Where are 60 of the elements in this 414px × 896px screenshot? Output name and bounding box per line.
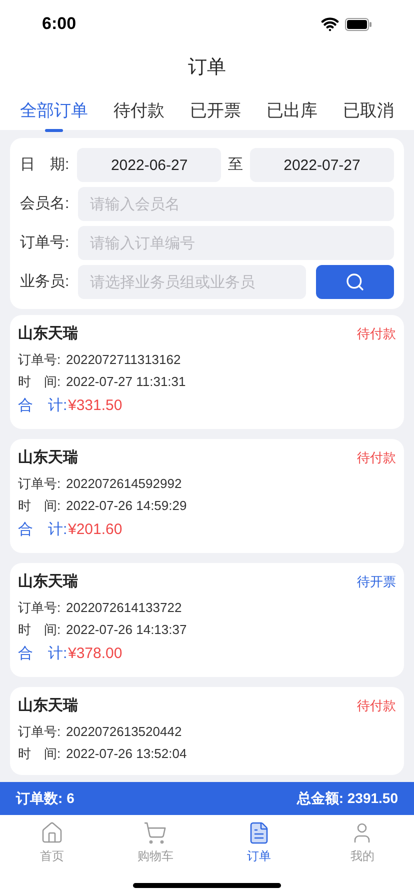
order-total: ¥331.50 xyxy=(68,396,122,416)
salesperson-label: 业务员: xyxy=(20,272,70,292)
order-number: 2022072614133722 xyxy=(66,599,182,618)
date-separator: 至 xyxy=(227,154,244,175)
start-date-field[interactable]: 2022-06-27 xyxy=(77,148,222,182)
cart-icon xyxy=(143,821,168,845)
order-number-label: 订单号: xyxy=(18,475,62,494)
time-label: 时 间: xyxy=(18,373,62,392)
order-total: ¥378.00 xyxy=(68,644,122,664)
total-label: 合 计: xyxy=(18,396,68,416)
order-time: 2022-07-27 11:31:31 xyxy=(66,373,186,392)
order-card[interactable]: 山东天瑞 待付款 订单号: 2022072711313162 时 间: 2022-07-27 11:31:31 合 计:¥331.50 xyxy=(10,315,404,429)
search-button[interactable] xyxy=(316,265,394,299)
salesperson-field[interactable]: 请选择业务员组或业务员 xyxy=(78,265,306,299)
order-card[interactable]: 山东天瑞 待付款 订单号: 2022072614592992 时 间: 2022-07-26 14:59:29 合 计:¥201.60 xyxy=(10,439,404,553)
order-number: 2022072614592992 xyxy=(66,475,182,494)
tab[interactable]: 已出库 xyxy=(266,98,318,132)
home-icon xyxy=(40,821,64,845)
tab[interactable]: 待付款 xyxy=(114,98,164,132)
customer-name: 山东天瑞 xyxy=(18,324,78,344)
end-date-field[interactable]: 2022-07-27 xyxy=(250,148,394,182)
time-label: 时 间: xyxy=(18,621,62,640)
wifi-icon xyxy=(321,15,339,33)
order-count: 订单数: 6 xyxy=(16,789,74,808)
order-time: 2022-07-26 13:52:04 xyxy=(66,745,187,764)
member-field[interactable]: 请输入会员名 xyxy=(78,187,394,221)
order-time: 2022-07-26 14:59:29 xyxy=(66,497,187,516)
order-status: 待付款 xyxy=(357,449,396,468)
order-total: ¥201.60 xyxy=(68,520,122,540)
tab[interactable]: 已取消 xyxy=(343,98,394,132)
time-label: 时 间: xyxy=(18,497,62,516)
total-label: 合 计: xyxy=(18,520,68,540)
order-number: 2022072711313162 xyxy=(66,351,181,370)
status-time: 6:00 xyxy=(42,13,76,36)
search-icon xyxy=(345,272,366,292)
order-card[interactable]: 山东天瑞 待付款 订单号: 2022072613520442 时 间: 2022-07-26 13:52:04 xyxy=(10,687,404,775)
order-status: 待开票 xyxy=(357,573,396,592)
customer-name: 山东天瑞 xyxy=(18,696,78,716)
order-number-label: 订单号: xyxy=(18,599,62,618)
order-number-field[interactable]: 请输入订单编号 xyxy=(78,226,394,260)
nav-item[interactable]: 订单 xyxy=(207,815,310,865)
order-status: 待付款 xyxy=(357,697,396,716)
order-number-label: 订单号: xyxy=(18,723,62,742)
tab[interactable]: 已开票 xyxy=(190,98,241,132)
member-label: 会员名: xyxy=(20,194,70,214)
page-title: 订单 xyxy=(188,56,226,80)
order-card[interactable]: 山东天瑞 待开票 订单号: 2022072614133722 时 间: 2022-07-26 14:13:37 合 计:¥378.00 xyxy=(10,563,404,677)
battery-icon xyxy=(345,18,372,30)
customer-name: 山东天瑞 xyxy=(18,572,78,592)
total-amount: 总金额: 2391.50 xyxy=(296,789,398,808)
customer-name: 山东天瑞 xyxy=(18,448,78,468)
order-status: 待付款 xyxy=(357,325,396,344)
order-time: 2022-07-26 14:13:37 xyxy=(66,621,187,640)
order-number: 2022072613520442 xyxy=(66,723,182,742)
order-number-label: 订单号: xyxy=(18,351,62,370)
date-label: 日 期: xyxy=(20,154,70,175)
time-label: 时 间: xyxy=(18,745,62,764)
total-label: 合 计: xyxy=(18,644,68,664)
tab[interactable]: 全部订单 xyxy=(20,98,88,132)
order-number-label: 订单号: xyxy=(20,232,70,253)
